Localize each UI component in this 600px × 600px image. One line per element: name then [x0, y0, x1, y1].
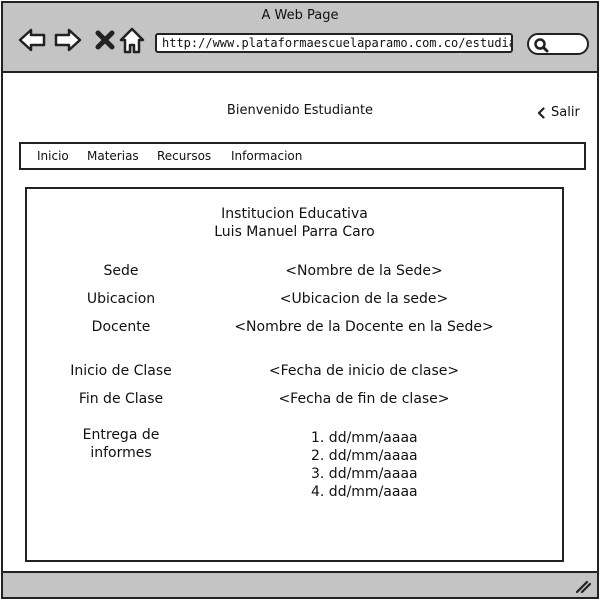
home-icon — [119, 27, 145, 54]
browser-statusbar — [3, 571, 597, 597]
welcome-text: Bienvenido Estudiante — [226, 103, 374, 118]
url-bar[interactable]: http://www.plataformaescuelaparamo.com.c… — [155, 33, 513, 53]
resize-grip-icon[interactable] — [575, 579, 591, 593]
back-arrow-icon — [18, 28, 46, 52]
list-item: 4. dd/mm/aaaa — [311, 484, 418, 500]
menu-item-materias[interactable]: Materias — [87, 149, 139, 163]
menu-item-inicio[interactable]: Inicio — [37, 149, 69, 163]
chevron-left-icon — [537, 106, 545, 119]
entrega-label-line-1: Entrega de — [82, 427, 160, 443]
inicio-clase-label: Inicio de Clase — [70, 363, 172, 379]
forward-arrow-icon — [54, 28, 82, 52]
back-button[interactable] — [17, 25, 47, 55]
docente-value: <Nombre de la Docente en la Sede> — [234, 319, 494, 335]
browser-titlebar: A Web Page http://www.plataformaescuelap… — [3, 3, 597, 73]
inicio-clase-value: <Fecha de inicio de clase> — [268, 363, 460, 379]
institution-line-2: Luis Manuel Parra Caro — [214, 224, 375, 240]
student-info-panel: Institucion Educativa Luis Manuel Parra … — [25, 187, 564, 562]
main-menu: Inicio Materias Recursos Informacion — [19, 142, 586, 170]
window-title: A Web Page — [261, 8, 339, 23]
menu-item-informacion[interactable]: Informacion — [231, 149, 302, 163]
search-icon — [534, 38, 549, 53]
browser-window: A Web Page http://www.plataformaescuelap… — [1, 1, 599, 599]
forward-button[interactable] — [53, 25, 83, 55]
ubicacion-value: <Ubicacion de la sede> — [279, 291, 449, 307]
entrega-label-line-2: informes — [90, 445, 152, 461]
list-item: 1. dd/mm/aaaa — [311, 430, 418, 446]
logout-link[interactable]: Salir — [537, 105, 580, 120]
logout-label: Salir — [551, 105, 580, 120]
fin-clase-label: Fin de Clase — [78, 391, 164, 407]
list-item: 2. dd/mm/aaaa — [311, 448, 418, 464]
entrega-dates-list: 1. dd/mm/aaaa 2. dd/mm/aaaa 3. dd/mm/aaa… — [311, 429, 418, 501]
home-button[interactable] — [117, 25, 147, 55]
sede-label: Sede — [103, 263, 139, 279]
ubicacion-label: Ubicacion — [86, 291, 156, 307]
search-box[interactable] — [527, 33, 589, 55]
menu-item-recursos[interactable]: Recursos — [157, 149, 211, 163]
docente-label: Docente — [91, 319, 151, 335]
institution-line-1: Institucion Educativa — [221, 206, 368, 222]
list-item: 3. dd/mm/aaaa — [311, 466, 418, 482]
fin-clase-value: <Fecha de fin de clase> — [278, 391, 450, 407]
sede-value: <Nombre de la Sede> — [285, 263, 443, 279]
